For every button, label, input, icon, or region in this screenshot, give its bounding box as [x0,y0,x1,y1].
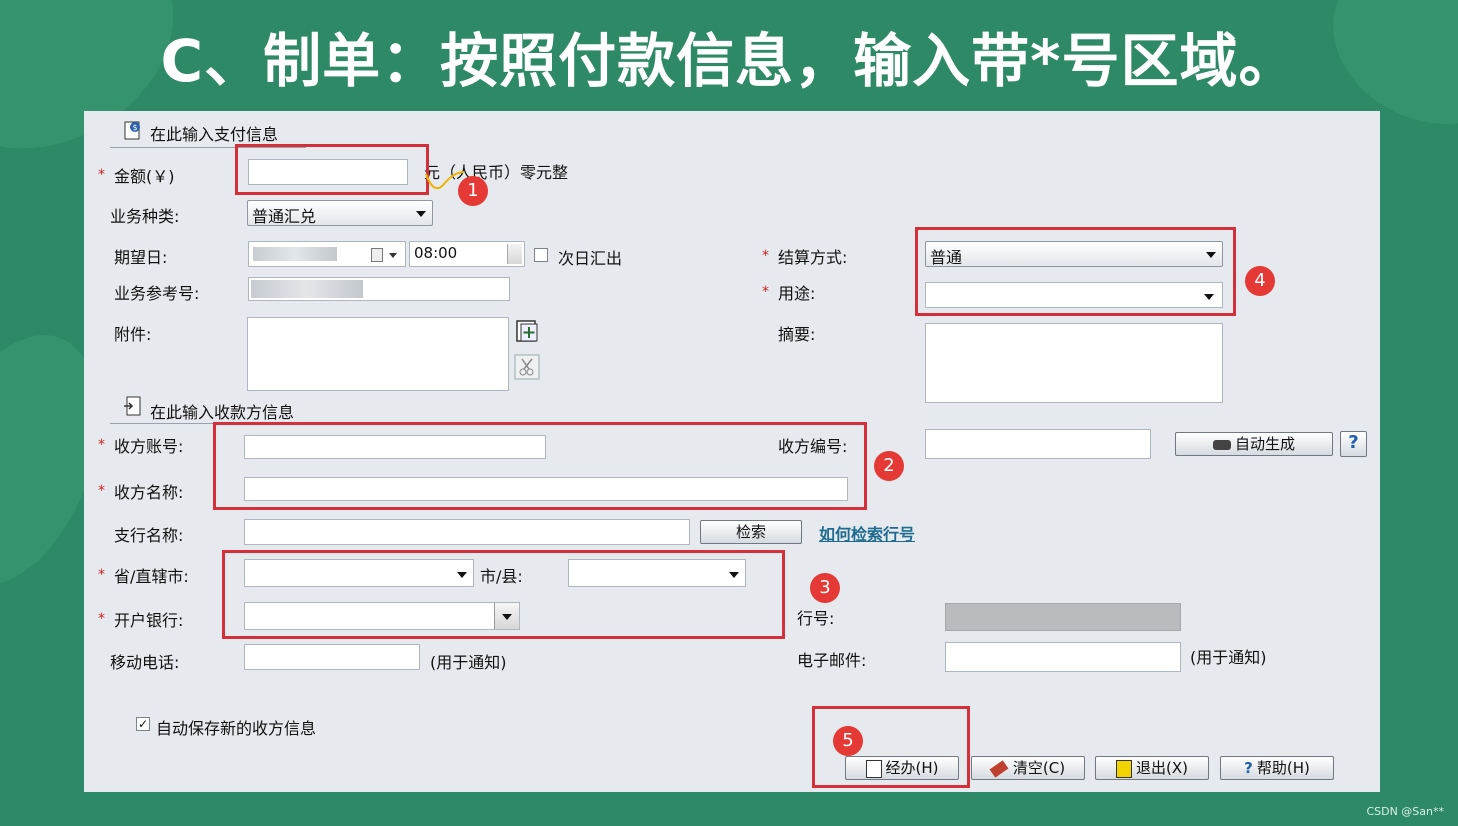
required-mark: * [98,483,105,499]
mobile-label: 移动电话: [110,653,180,672]
question-icon: ? [1244,759,1253,777]
watermark: CSDN @San** [1366,805,1444,818]
step-badge-5: 5 [833,726,863,756]
expected-date-input[interactable] [248,241,406,267]
slide-title: C、制单：按照付款信息，输入带*号区域。 [160,27,1298,95]
blurred-ref-value [251,280,363,298]
next-day-checkbox[interactable] [534,248,548,262]
required-mark: * [98,437,105,453]
exit-button[interactable]: 退出(X) [1095,756,1209,780]
help-button[interactable]: ? 帮助(H) [1220,756,1334,780]
amount-label: 金额(￥) [114,167,175,186]
auto-generate-button[interactable]: 自动生成 [1175,432,1333,456]
required-mark: * [98,611,105,627]
exit-door-icon [1116,759,1132,778]
search-button[interactable]: 检索 [700,520,802,544]
exit-label: 退出(X) [1136,759,1188,777]
payee-account-label: 收方账号: [114,437,184,456]
help-label: 帮助(H) [1256,759,1310,777]
form-icon: $ [122,119,144,145]
required-mark: * [762,284,769,300]
attachment-list[interactable] [247,317,509,391]
time-input[interactable]: 08:00 [409,241,525,267]
next-day-label: 次日汇出 [558,249,623,268]
svg-text:$: $ [133,123,138,132]
chevron-down-icon[interactable] [389,253,397,258]
summary-label: 摘要: [778,325,816,344]
payee-form-icon [122,395,144,421]
bank-label: 开户银行: [114,611,184,630]
step-badge-2: 2 [874,451,904,481]
business-type-value: 普通汇兑 [252,207,317,226]
blurred-date-value [253,247,337,261]
annotation-box-4 [915,227,1236,316]
purpose-label: 用途: [778,284,816,303]
required-mark: * [98,567,105,583]
step-badge-3: 3 [810,573,840,603]
required-mark: * [98,167,105,183]
province-label: 省/直辖市: [114,567,189,586]
email-input[interactable] [945,642,1181,672]
payment-form-panel: $ 在此输入支付信息 * 金额(￥) 元（人民币）零元整 1 业务种类: 普通汇… [84,111,1380,792]
business-ref-label: 业务参考号: [114,284,200,303]
payee-name-label: 收方名称: [114,483,184,502]
annotation-box-3 [222,550,785,639]
email-label: 电子邮件: [797,651,867,670]
step-badge-1: 1 [458,176,488,206]
bank-no-label: 行号: [797,609,835,628]
mobile-note: (用于通知) [430,653,507,672]
business-ref-input[interactable] [248,277,510,301]
annotation-box-2 [213,422,867,510]
annotation-box-1 [235,144,429,195]
chevron-down-icon [416,211,426,217]
auto-generate-label: 自动生成 [1234,435,1295,453]
payee-code-input[interactable] [925,429,1151,459]
email-note: (用于通知) [1190,648,1267,667]
branch-name-input[interactable] [244,519,690,545]
payment-section-title: 在此输入支付信息 [150,125,279,144]
scissors-icon[interactable] [514,354,540,384]
help-question-button[interactable]: ? [1340,431,1367,457]
business-type-select[interactable]: 普通汇兑 [247,200,433,226]
branch-name-label: 支行名称: [114,526,184,545]
settlement-label: 结算方式: [778,248,848,267]
calendar-icon[interactable] [371,248,383,262]
step-badge-4: 4 [1245,266,1275,296]
mobile-input[interactable] [244,644,420,670]
auto-save-label: 自动保存新的收方信息 [156,719,317,738]
payee-section-title: 在此输入收款方信息 [150,403,295,422]
eraser-icon [989,759,1009,778]
spin-button-icon[interactable] [507,244,522,264]
required-mark: * [762,248,769,264]
hand-pointer-icon [1212,439,1231,450]
clear-button[interactable]: 清空(C) [971,756,1085,780]
business-type-label: 业务种类: [110,207,180,226]
expected-date-label: 期望日: [114,248,168,267]
summary-textarea[interactable] [925,323,1223,403]
time-value: 08:00 [414,244,458,262]
add-attachment-icon[interactable] [514,318,540,348]
bank-no-field [945,603,1181,631]
attachment-label: 附件: [114,325,152,344]
auto-save-checkbox[interactable]: ✓ [136,717,150,731]
how-to-search-link[interactable]: 如何检索行号 [819,521,915,545]
clear-label: 清空(C) [1012,759,1066,777]
